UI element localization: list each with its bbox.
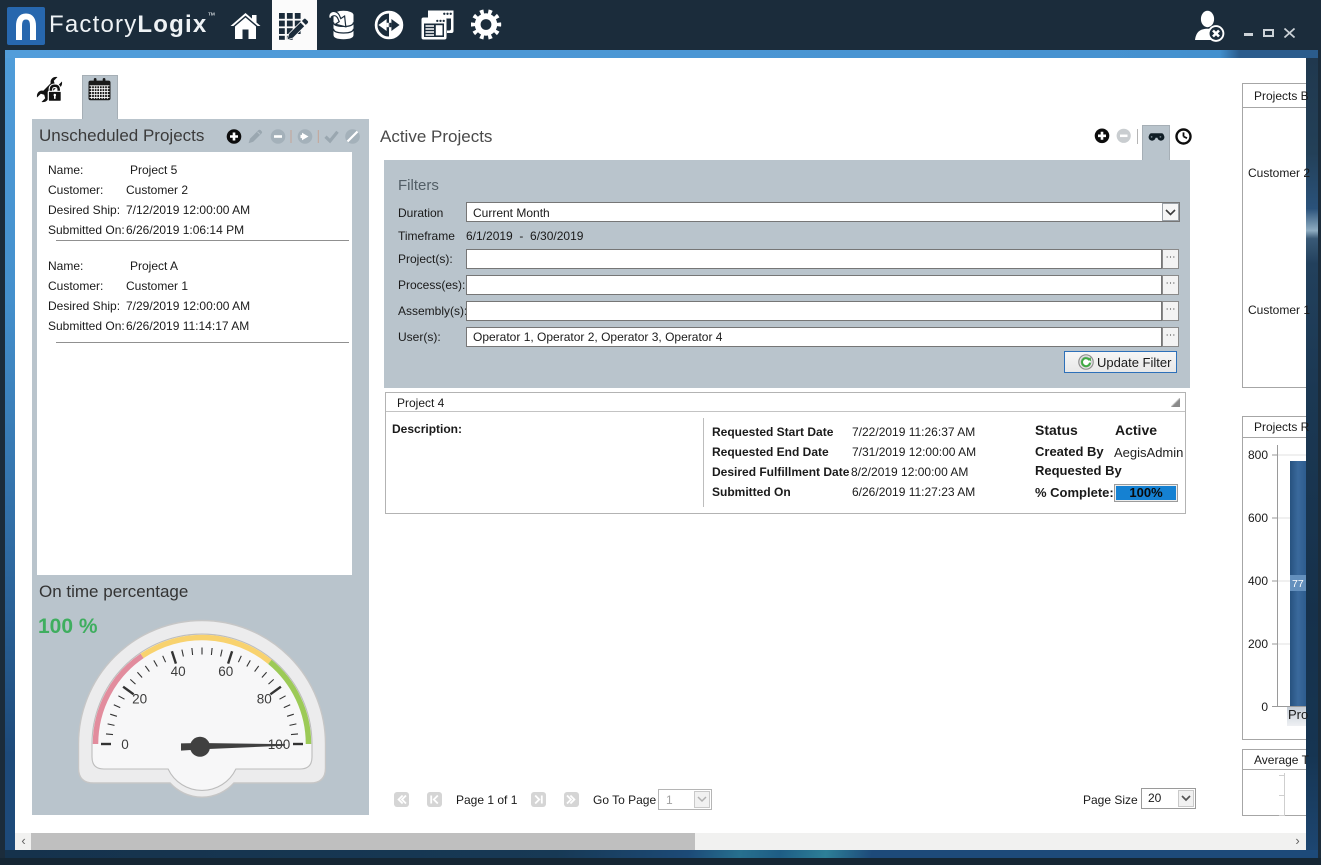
svg-text:60: 60 (218, 664, 233, 679)
svg-text:40: 40 (171, 664, 186, 679)
svg-text:20: 20 (132, 692, 147, 707)
svg-text:80: 80 (257, 692, 272, 707)
svg-text:77: 77 (1292, 578, 1304, 590)
svg-text:0: 0 (121, 737, 129, 752)
